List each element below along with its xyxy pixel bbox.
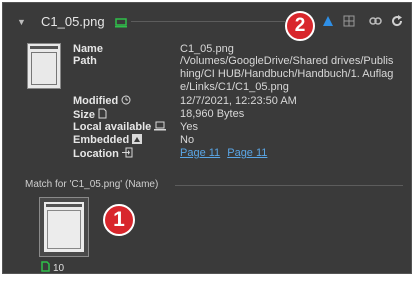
header-divider (131, 21, 285, 22)
document-green-icon (41, 261, 50, 275)
monitor-icon (115, 15, 127, 33)
value-modified: 12/7/2021, 12:23:50 AM (180, 95, 297, 107)
relink-icon[interactable] (369, 14, 382, 32)
value-path-line-1: /Volumes/GoogleDrive/Shared drives/Publi… (180, 55, 394, 67)
label-size-text: Size (73, 109, 96, 121)
grid-icon[interactable] (343, 14, 355, 32)
label-embedded-text: Embedded (73, 134, 130, 146)
label-modified: Modified (73, 95, 131, 108)
value-path-line-3: e/Links/C1/C1_05.png (180, 81, 289, 93)
clock-icon (121, 95, 131, 108)
label-embedded: Embedded (73, 134, 143, 147)
match-thumbnail-image (44, 202, 84, 252)
value-path-line-2: hing/CI HUB/Handbuch/Handbuch/1. Auflag (180, 68, 394, 80)
asset-thumbnail[interactable] (27, 43, 61, 89)
match-result-thumbnail[interactable] (39, 197, 89, 257)
label-location-text: Location (73, 148, 119, 160)
label-local-available-text: Local available (73, 121, 152, 133)
match-thumbnail-titlebar (46, 204, 82, 207)
label-size: Size (73, 108, 107, 122)
refresh-icon[interactable] (391, 14, 403, 32)
file-name: C1_05.png (41, 14, 105, 29)
document-icon (98, 108, 107, 122)
label-location: Location (73, 147, 133, 161)
value-name: C1_05.png (180, 43, 234, 55)
match-status: 10 (41, 261, 64, 275)
match-heading: Match for 'C1_05.png' (Name) (25, 179, 159, 190)
panel-header: ▼ C1_05.png 2 (3, 3, 411, 41)
chevron-down-icon[interactable]: ▼ (17, 17, 26, 27)
thumbnail-page (31, 52, 57, 85)
value-location: Page 11 Page 11 (180, 147, 271, 159)
callout-badge-2: 2 (285, 11, 315, 41)
label-path: Path (73, 55, 97, 67)
value-size: 18,960 Bytes (180, 108, 245, 120)
match-divider (175, 185, 403, 186)
location-link-page[interactable]: Page 11 (180, 147, 220, 159)
location-link-page[interactable]: Page 11 (227, 147, 267, 159)
label-modified-text: Modified (73, 95, 119, 107)
page-count: 10 (53, 262, 65, 274)
warning-triangle-icon[interactable] (322, 14, 334, 32)
label-name: Name (73, 43, 103, 55)
callout-badge-1: 1 (103, 204, 135, 236)
value-embedded: No (180, 134, 195, 146)
asset-details-panel: ▼ C1_05.png 2 Name C1_05.png Path /Volum… (2, 2, 412, 274)
match-thumbnail-page (47, 210, 81, 249)
laptop-icon (154, 121, 167, 134)
value-local-available: Yes (180, 121, 198, 133)
image-icon (132, 134, 143, 147)
goto-link-icon (121, 147, 133, 161)
thumbnail-titlebar (30, 46, 58, 49)
label-local-available: Local available (73, 121, 167, 134)
